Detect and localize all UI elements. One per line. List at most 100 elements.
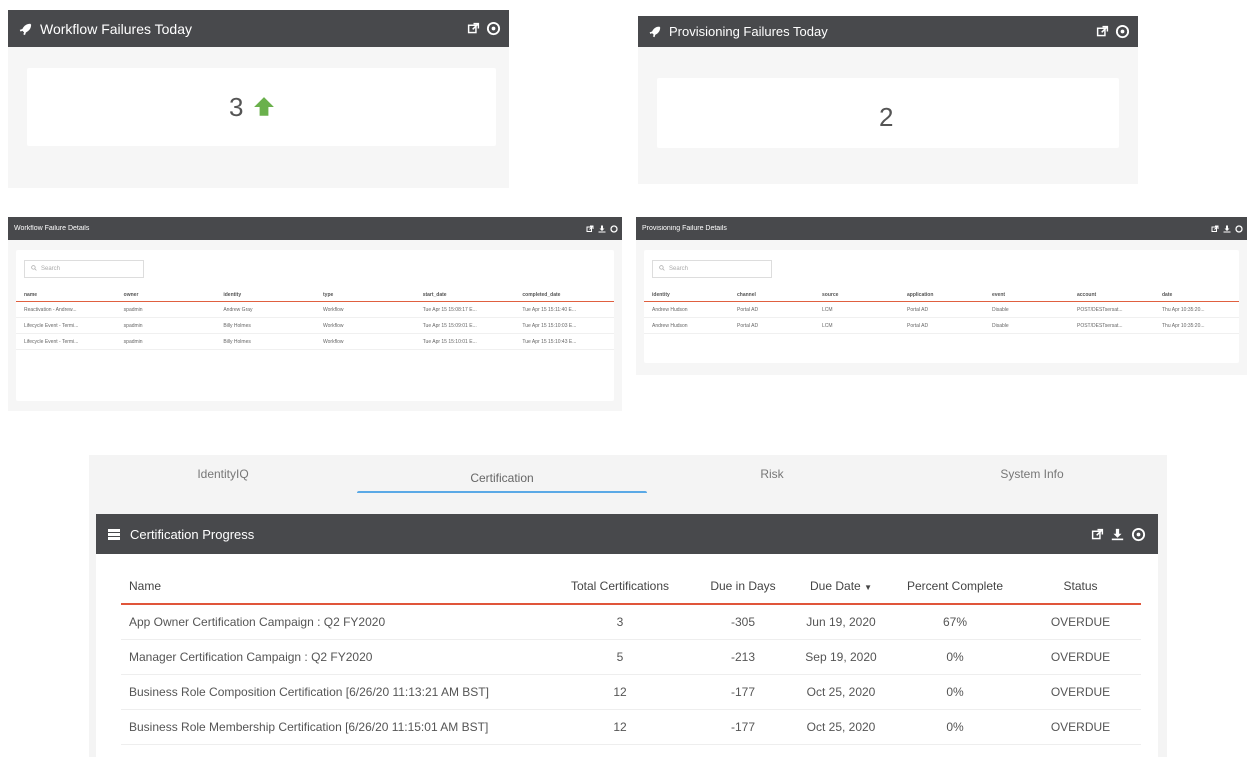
dashboard-tabs: IdentityIQ Certification Risk System Inf… [89,455,1167,495]
certification-progress-widget: Certification Progress Name Total Certif… [89,493,1167,757]
count-panel: 2 [657,78,1119,148]
column-header[interactable]: source [814,292,899,298]
table-cell: Andrew Gray [223,306,253,313]
widget-header: Workflow Failures Today [8,10,509,47]
column-header[interactable]: identity [644,292,729,298]
widget-header: Certification Progress [96,514,1158,554]
column-header-due-date[interactable]: Due Date ▼ [792,579,890,593]
table-cell: Andrew Hudson [652,322,688,329]
table-cell: POST/DESTsersat... [1077,322,1123,329]
info-icon[interactable] [610,224,618,233]
column-header[interactable]: owner [116,292,216,298]
widget-header: Provisioning Failure Details [636,217,1247,240]
table-cell: spadmin [123,338,143,345]
cert-status: OVERDUE [1050,685,1111,699]
table-row[interactable]: Lifecycle Event - Termi... spadmin Billy… [16,334,614,350]
table-row[interactable]: Business Role Membership Certification [… [121,710,1141,745]
table-row[interactable]: App Owner Certification Campaign : Q2 FY… [121,605,1141,640]
sort-desc-icon: ▼ [864,583,872,592]
table-row[interactable]: Andrew Hudson Portal AD LCM Portal AD Di… [644,302,1239,318]
column-header[interactable]: type [315,292,415,298]
table-cell: Tue Apr 15 15:08:17 E... [422,306,477,313]
table-row[interactable]: Lifecycle Event - Termi... spadmin Billy… [16,318,614,334]
tab-risk[interactable]: Risk [647,455,897,493]
cert-name: App Owner Certification Campaign : Q2 FY… [129,615,386,629]
download-icon[interactable] [1223,225,1231,233]
table-cell: Tue Apr 15 15:10:03 E... [522,322,577,329]
provisioning-failure-details-widget: Provisioning Failure Details Search iden… [636,217,1247,375]
table-cell: LCM [822,322,833,329]
table-header: name owner identity type start_date comp… [16,288,614,302]
cert-percent: 0% [946,650,964,664]
widget-title: Workflow Failures Today [40,20,192,37]
column-header[interactable]: event [984,292,1069,298]
widget-header: Provisioning Failures Today [638,16,1138,47]
table-cell: LCM [822,306,833,313]
search-input[interactable]: Search [652,260,772,278]
cert-total: 5 [616,650,624,664]
cert-status: OVERDUE [1050,615,1111,629]
column-header[interactable]: name [16,292,116,298]
table-cell: Billy Holmes [223,338,251,345]
external-link-icon[interactable] [1091,528,1104,541]
arrow-up-icon [253,96,275,123]
table-cell: Andrew Hudson [652,306,688,313]
column-header-due-in-days[interactable]: Due in Days [694,579,792,593]
external-link-icon[interactable] [1096,25,1109,38]
table-cell: Tue Apr 15 15:09:01 E... [422,322,477,329]
column-header[interactable]: application [899,292,984,298]
cert-total: 12 [613,685,627,699]
column-header-percent[interactable]: Percent Complete [890,579,1020,593]
certification-panel: Name Total Certifications Due in Days Du… [96,554,1158,757]
column-header[interactable]: identity [215,292,315,298]
column-header[interactable]: channel [729,292,814,298]
column-header-status[interactable]: Status [1020,579,1141,593]
cert-due-days: -177 [730,685,756,699]
provisioning-failures-today-widget: Provisioning Failures Today 2 [638,16,1138,184]
table-row[interactable]: Business Role Composition Certification … [121,675,1141,710]
rocket-icon [638,25,661,38]
column-header[interactable]: completed_date [514,292,614,298]
cert-due-days: -177 [730,720,756,734]
table-header: Name Total Certifications Due in Days Du… [121,569,1141,605]
search-icon [31,265,37,273]
cert-name: Manager Certification Campaign : Q2 FY20… [129,650,373,664]
external-link-icon[interactable] [586,225,594,233]
table-cell: POST/DESTsersat... [1077,306,1123,313]
external-link-icon[interactable] [1211,225,1219,233]
table-row[interactable]: Reactivation - Andrew... spadmin Andrew … [16,302,614,318]
info-icon[interactable] [1235,224,1243,233]
search-input[interactable]: Search [24,260,144,278]
download-icon[interactable] [598,225,606,233]
table-cell: Workflow [323,306,344,313]
cert-percent: 67% [942,615,968,629]
external-link-icon[interactable] [467,22,480,35]
column-header-name[interactable]: Name [121,579,546,593]
table-cell: Lifecycle Event - Termi... [24,322,79,329]
rocket-icon [8,22,32,36]
table-cell: Portal AD [907,306,929,313]
info-icon[interactable] [1115,24,1130,39]
table-cell: Workflow [323,322,344,329]
info-icon[interactable] [486,21,501,36]
cert-due-date: Jun 19, 2020 [806,615,876,629]
tab-system-info[interactable]: System Info [897,455,1167,493]
certification-table: Name Total Certifications Due in Days Du… [121,569,1141,745]
details-panel: Search name owner identity type start_da… [16,250,614,401]
search-placeholder: Search [41,266,61,272]
info-icon[interactable] [1131,527,1146,542]
column-header[interactable]: account [1069,292,1154,298]
column-header-total[interactable]: Total Certifications [546,579,694,593]
table-row[interactable]: Manager Certification Campaign : Q2 FY20… [121,640,1141,675]
column-header[interactable]: start_date [415,292,515,298]
table-row[interactable]: Andrew Hudson Portal AD LCM Portal AD Di… [644,318,1239,334]
search-placeholder: Search [669,266,689,272]
table-cell: Portal AD [737,306,759,313]
download-icon[interactable] [1111,528,1124,541]
table-cell: Thu Apr 10:35:20... [1162,322,1205,329]
table-cell: Tue Apr 15 15:11:40 E... [522,306,577,313]
tab-identityiq[interactable]: IdentityIQ [89,455,357,493]
widget-title: Provisioning Failure Details [642,225,727,232]
column-header[interactable]: date [1154,292,1239,298]
cert-name: Business Role Membership Certification [… [129,720,489,734]
